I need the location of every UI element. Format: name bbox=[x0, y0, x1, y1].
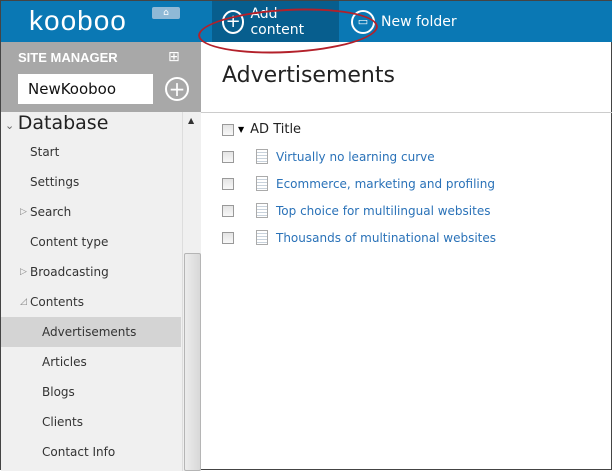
document-icon bbox=[256, 203, 268, 218]
row-checkbox[interactable] bbox=[222, 177, 234, 190]
add-content-button[interactable]: + Add content bbox=[212, 1, 339, 42]
sidebar-item-label: Contents bbox=[30, 295, 84, 309]
content-title-link[interactable]: Virtually no learning curve bbox=[276, 150, 435, 164]
table-row: Thousands of multinational websites bbox=[222, 230, 496, 245]
site-manager-header: SITE MANAGER ⊞ NewKooboo + bbox=[1, 42, 201, 112]
table-row: Virtually no learning curve bbox=[222, 149, 435, 164]
sidebar-item-label: Content type bbox=[30, 235, 109, 249]
table-row: Ecommerce, marketing and profiling bbox=[222, 176, 495, 191]
document-icon bbox=[256, 149, 268, 164]
tree-root-label: Database bbox=[17, 112, 109, 134]
sidebar-item-label: Advertisements bbox=[42, 325, 137, 339]
sidebar-item[interactable]: Blogs bbox=[1, 377, 181, 407]
folder-icon: ▭ bbox=[351, 9, 375, 34]
row-checkbox[interactable] bbox=[222, 231, 234, 244]
sidebar-tree: ⌄ Database Start Settings ▷ Search Content t… bbox=[1, 112, 201, 471]
divider bbox=[201, 112, 612, 113]
sidebar-item[interactable]: ▷ Search bbox=[1, 197, 181, 227]
chevron-down-icon: ⌄ bbox=[5, 119, 18, 132]
sidebar-item[interactable]: Advertisements bbox=[1, 317, 181, 347]
top-bar: kooboo ⌂ + Add content ▭ New folder bbox=[1, 1, 612, 42]
sidebar-item[interactable]: Contact Info bbox=[1, 437, 181, 467]
home-icon[interactable]: ⌂ bbox=[152, 7, 180, 19]
sidebar-item-label: Contact Info bbox=[42, 445, 116, 459]
site-selector[interactable]: NewKooboo bbox=[18, 74, 153, 104]
expand-toggle-icon[interactable]: ▷ bbox=[20, 197, 27, 227]
table-row: Top choice for multilingual websites bbox=[222, 203, 490, 218]
column-header-ad-title[interactable]: AD Title bbox=[250, 122, 301, 137]
content-title-link[interactable]: Thousands of multinational websites bbox=[276, 231, 496, 245]
sidebar-item-label: Blogs bbox=[42, 385, 75, 399]
sidebar-item[interactable]: Start bbox=[1, 137, 181, 167]
plus-icon: + bbox=[222, 9, 245, 34]
document-icon bbox=[256, 176, 268, 191]
sidebar-item-label: Start bbox=[30, 145, 60, 159]
content-title-link[interactable]: Top choice for multilingual websites bbox=[276, 204, 490, 218]
row-checkbox[interactable] bbox=[222, 204, 234, 217]
tree-root-database[interactable]: ⌄ Database bbox=[5, 112, 108, 134]
select-all-checkbox[interactable] bbox=[222, 123, 234, 136]
new-folder-label: New folder bbox=[381, 13, 457, 30]
sitemap-icon[interactable]: ⊞ bbox=[168, 49, 180, 65]
sidebar-item[interactable]: Content type bbox=[1, 227, 181, 257]
add-content-label: Add content bbox=[250, 5, 305, 38]
scrollbar-thumb[interactable] bbox=[184, 253, 201, 471]
scrollbar[interactable]: ▲ bbox=[182, 112, 201, 471]
sidebar-item-label: Settings bbox=[30, 175, 80, 189]
sort-dropdown-icon[interactable]: ▼ bbox=[238, 125, 244, 134]
site-manager-title: SITE MANAGER bbox=[18, 50, 118, 65]
sidebar-item-label: Clients bbox=[42, 415, 83, 429]
document-icon bbox=[256, 230, 268, 245]
scroll-up-icon[interactable]: ▲ bbox=[188, 116, 194, 125]
table-header: ▼ AD Title bbox=[222, 122, 301, 137]
sidebar-item[interactable]: ◿ Contents bbox=[1, 287, 181, 317]
page-title: Advertisements bbox=[222, 63, 395, 88]
sidebar-item-label: Broadcasting bbox=[30, 265, 109, 279]
expand-toggle-icon[interactable]: ◿ bbox=[20, 287, 27, 317]
sidebar-item[interactable]: Settings bbox=[1, 167, 181, 197]
row-checkbox[interactable] bbox=[222, 150, 234, 163]
content-title-link[interactable]: Ecommerce, marketing and profiling bbox=[276, 177, 495, 191]
new-folder-button[interactable]: ▭ New folder bbox=[341, 1, 467, 42]
add-site-button[interactable]: + bbox=[165, 77, 189, 101]
sidebar-item-label: Search bbox=[30, 205, 72, 219]
sidebar-item[interactable]: ▷ Broadcasting bbox=[1, 257, 181, 287]
sidebar-item[interactable]: Articles bbox=[1, 347, 181, 377]
sidebar-item[interactable]: Clients bbox=[1, 407, 181, 437]
kooboo-logo[interactable]: kooboo bbox=[29, 5, 127, 37]
sidebar-item-label: Articles bbox=[42, 355, 87, 369]
expand-toggle-icon[interactable]: ▷ bbox=[20, 257, 27, 287]
